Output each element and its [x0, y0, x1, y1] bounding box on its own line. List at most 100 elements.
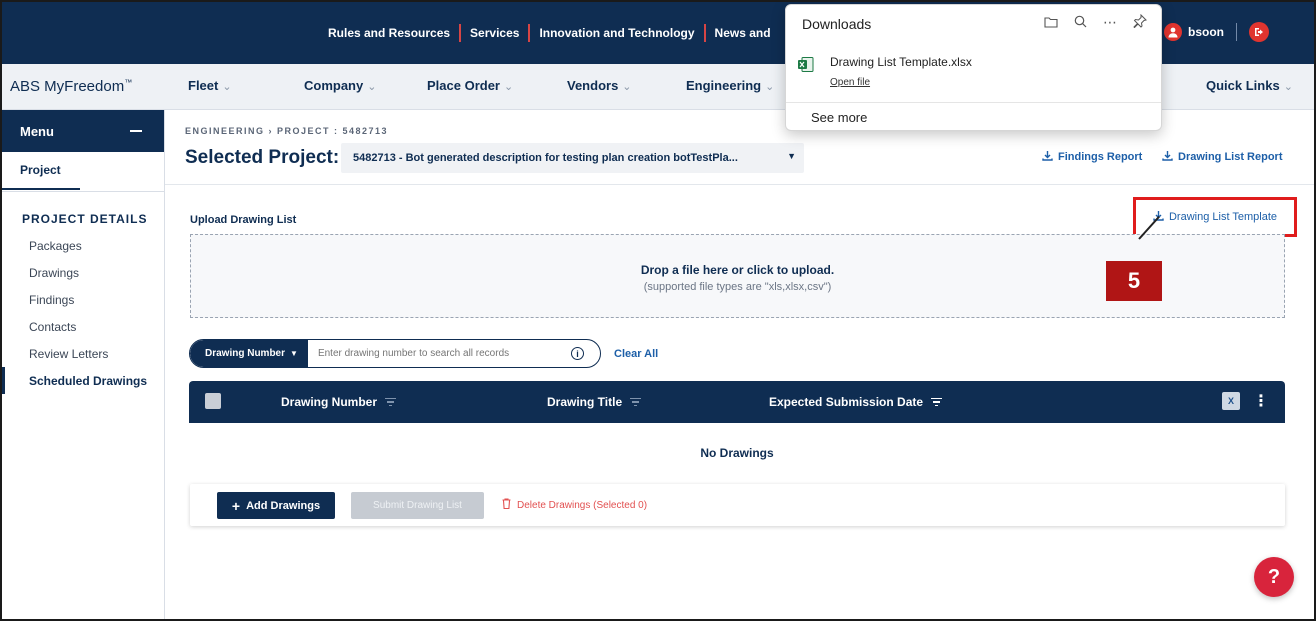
user-avatar-icon[interactable] [1164, 23, 1182, 41]
nav-item-vendors[interactable]: Vendors ⌄ [567, 78, 632, 93]
select-all-checkbox[interactable] [205, 393, 221, 409]
sidebar-item-findings[interactable]: Findings [2, 286, 164, 313]
chevron-down-icon: ⌄ [1283, 81, 1293, 93]
downloaded-file-name[interactable]: Drawing List Template.xlsx [830, 55, 972, 69]
column-expected-submission-date[interactable]: Expected Submission Date [769, 395, 943, 409]
chevron-down-icon: ⌄ [504, 81, 514, 93]
header-divider [165, 184, 1314, 185]
sidebar-item-contacts[interactable]: Contacts [2, 313, 164, 340]
top-link-news[interactable]: News and [715, 26, 771, 40]
column-drawing-title[interactable]: Drawing Title [547, 395, 642, 409]
user-area: bsoon [1164, 22, 1269, 42]
nav-item-label: Quick Links [1206, 78, 1280, 93]
search-input[interactable] [317, 348, 558, 359]
search-field-label: Drawing Number [205, 348, 286, 359]
nav-item-label: Place Order [427, 78, 500, 93]
nav-item-label: Vendors [567, 78, 619, 93]
user-separator [1236, 23, 1237, 41]
app-frame: Rules and Resources Services Innovation … [0, 0, 1316, 621]
plus-icon: + [231, 497, 241, 514]
search-field-selector[interactable]: Drawing Number ▼ [190, 340, 308, 367]
sidebar: Menu Project PROJECT DETAILS Packages Dr… [2, 110, 165, 619]
brand-logo[interactable]: ABS MyFreedom™ [10, 78, 132, 95]
downloads-divider [786, 102, 1161, 103]
caret-down-icon: ▼ [290, 349, 298, 358]
drawing-list-report-label: Drawing List Report [1178, 151, 1283, 163]
sidebar-item-packages[interactable]: Packages [2, 232, 164, 259]
column-label: Expected Submission Date [769, 395, 924, 409]
breadcrumb: ENGINEERING › PROJECT : 5482713 [185, 126, 389, 136]
drawing-list-template-label: Drawing List Template [1168, 211, 1277, 223]
top-link-services[interactable]: Services [470, 26, 519, 40]
search-bar: Drawing Number ▼ i [189, 339, 601, 368]
top-links: Rules and Resources Services Innovation … [328, 24, 771, 42]
top-link-separator [528, 24, 531, 42]
top-link-separator [459, 24, 462, 42]
submit-drawing-list-button[interactable]: Submit Drawing List [351, 492, 484, 519]
add-drawings-button[interactable]: + Add Drawings [217, 492, 335, 519]
user-name[interactable]: bsoon [1188, 25, 1224, 39]
drawing-list-report-link[interactable]: Drawing List Report [1162, 150, 1283, 164]
caret-down-icon: ▼ [787, 151, 796, 161]
brand-trademark: ™ [124, 78, 133, 87]
sidebar-item-scheduled-drawings[interactable]: Scheduled Drawings [2, 367, 164, 394]
add-drawings-label: Add Drawings [246, 499, 321, 512]
nav-item-engineering[interactable]: Engineering ⌄ [686, 78, 774, 93]
clear-all-link[interactable]: Clear All [614, 348, 658, 360]
sidebar-item-review-letters[interactable]: Review Letters [2, 340, 164, 367]
brand-text: ABS MyFreedom [10, 78, 125, 95]
downloads-toolbar: ⋯ [1044, 13, 1147, 31]
nav-item-label: Engineering [686, 78, 762, 93]
page-title: Selected Project: [185, 147, 340, 168]
sidebar-items: Packages Drawings Findings Contacts Revi… [2, 232, 164, 394]
excel-file-icon [797, 56, 814, 73]
action-bar: + Add Drawings Submit Drawing List Delet… [190, 484, 1285, 526]
filter-icon[interactable] [630, 396, 642, 409]
top-link-innovation[interactable]: Innovation and Technology [539, 26, 694, 40]
pin-icon[interactable] [1133, 13, 1147, 31]
downloads-panel: Downloads ⋯ Drawing List Template.xlsx O… [785, 4, 1162, 131]
chevron-down-icon: ⌄ [367, 81, 377, 93]
see-more-link[interactable]: See more [811, 110, 867, 125]
project-select-value: 5482713 - Bot generated description for … [353, 152, 738, 164]
sidebar-item-drawings[interactable]: Drawings [2, 259, 164, 286]
more-options-icon[interactable]: ⋯ [1103, 14, 1117, 31]
findings-report-label: Findings Report [1058, 151, 1143, 163]
nav-item-place-order[interactable]: Place Order ⌄ [427, 78, 513, 93]
delete-drawings-label: Delete Drawings (Selected 0) [517, 499, 648, 511]
nav-item-fleet[interactable]: Fleet ⌄ [188, 78, 232, 93]
menu-label: Menu [20, 123, 54, 139]
filter-icon[interactable] [385, 396, 397, 409]
info-icon[interactable]: i [571, 347, 584, 360]
column-label: Drawing Title [547, 395, 623, 409]
top-link-rules[interactable]: Rules and Resources [328, 26, 450, 40]
kebab-menu-icon[interactable]: ⋮ [1253, 391, 1269, 411]
tab-project[interactable]: Project [2, 152, 80, 190]
help-button[interactable]: ? [1254, 557, 1294, 597]
open-file-link[interactable]: Open file [830, 77, 870, 88]
top-link-separator [703, 24, 706, 42]
folder-icon[interactable] [1044, 15, 1058, 31]
downloads-title: Downloads [802, 16, 872, 32]
trash-icon [502, 498, 511, 512]
nav-item-company[interactable]: Company ⌄ [304, 78, 376, 93]
column-drawing-number[interactable]: Drawing Number [281, 395, 397, 409]
step-callout: 5 [1106, 261, 1162, 301]
filter-icon[interactable] [931, 396, 943, 409]
empty-table-message: No Drawings [700, 446, 774, 460]
download-icon [1042, 150, 1053, 164]
delete-drawings-button[interactable]: Delete Drawings (Selected 0) [502, 498, 647, 512]
excel-export-icon[interactable]: X [1222, 392, 1240, 410]
project-select[interactable]: 5482713 - Bot generated description for … [341, 143, 804, 173]
findings-report-link[interactable]: Findings Report [1042, 150, 1142, 164]
drawings-table-header: Drawing Number Drawing Title Expected Su… [189, 381, 1285, 423]
nav-item-label: Fleet [188, 78, 219, 93]
collapse-menu-icon[interactable] [130, 130, 142, 132]
chevron-down-icon: ⌄ [622, 81, 632, 93]
logout-icon[interactable] [1249, 22, 1269, 42]
column-label: Drawing Number [281, 395, 378, 409]
nav-item-quick-links[interactable]: Quick Links ⌄ [1206, 78, 1293, 93]
search-icon[interactable] [1074, 15, 1087, 31]
download-icon [1162, 150, 1173, 164]
menu-header[interactable]: Menu [2, 110, 164, 152]
